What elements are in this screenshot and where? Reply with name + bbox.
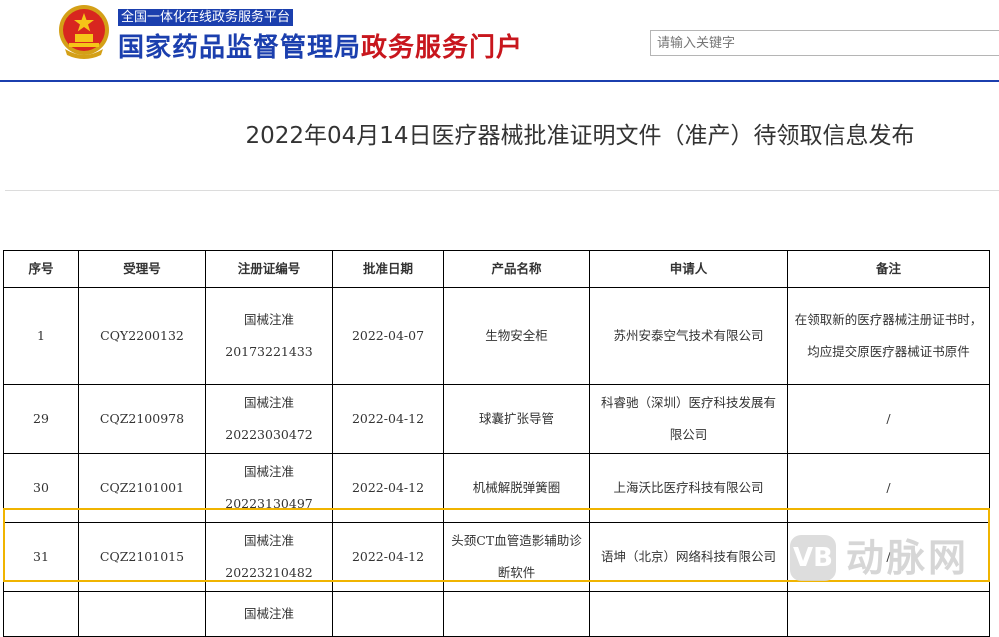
- cell-date: [332, 591, 444, 637]
- reg-prefix: 国械注准: [243, 464, 294, 479]
- cell-product: 生物安全柜: [443, 287, 590, 385]
- cell-accept-no: [78, 591, 206, 637]
- cell-remark: /: [787, 453, 990, 523]
- cell-reg-no: 国械注准: [205, 591, 333, 637]
- cell-date: 2022-04-12: [332, 384, 444, 454]
- title-divider: [5, 190, 999, 191]
- reg-number: 20223130497: [225, 496, 313, 511]
- cell-reg-no: 国械注准 20223130497: [205, 453, 333, 523]
- col-header-date: 批准日期: [332, 250, 444, 288]
- cell-reg-no: 国械注准 20223210482: [205, 522, 333, 592]
- cell-no: 29: [3, 384, 79, 454]
- col-header-product: 产品名称: [443, 250, 590, 288]
- search-input[interactable]: [650, 30, 999, 56]
- cell-reg-no: 国械注准 20173221433: [205, 287, 333, 385]
- cell-no: 30: [3, 453, 79, 523]
- col-header-applicant: 申请人: [589, 250, 788, 288]
- page-title: 2022年04月14日医疗器械批准证明文件（准产）待领取信息发布: [245, 123, 915, 149]
- table-row: 1 CQY2200132 国械注准 20173221433 2022-04-07 …: [3, 287, 990, 385]
- watermark: VB 动脉网: [790, 533, 995, 585]
- national-emblem-icon: [59, 5, 109, 59]
- cell-no: [3, 591, 79, 637]
- reg-number: 20223030472: [225, 427, 313, 442]
- table-row: 30 CQZ2101001 国械注准 20223130497 2022-04-12…: [3, 453, 990, 523]
- cell-date: 2022-04-12: [332, 522, 444, 592]
- col-header-reg-no: 注册证编号: [205, 250, 333, 288]
- cell-accept-no: CQZ2100978: [78, 384, 206, 454]
- col-header-accept-no: 受理号: [78, 250, 206, 288]
- cell-reg-no: 国械注准 20223030472: [205, 384, 333, 454]
- reg-number: 20173221433: [225, 344, 313, 359]
- reg-prefix: 国械注准: [243, 395, 294, 410]
- col-header-no: 序号: [3, 250, 79, 288]
- cell-date: 2022-04-07: [332, 287, 444, 385]
- header-divider: [0, 80, 999, 82]
- site-header: 全国一体化在线政务服务平台 国家药品监督管理局政务服务门户: [0, 0, 999, 80]
- cell-remark: /: [787, 384, 990, 454]
- cell-product: 球囊扩张导管: [443, 384, 590, 454]
- cell-accept-no: CQZ2101001: [78, 453, 206, 523]
- table-row: 29 CQZ2100978 国械注准 20223030472 2022-04-12…: [3, 384, 990, 454]
- cell-product: [443, 591, 590, 637]
- cell-accept-no: CQY2200132: [78, 287, 206, 385]
- reg-number: 20223210482: [225, 565, 313, 580]
- cell-accept-no: CQZ2101015: [78, 522, 206, 592]
- site-title-red: 政务服务门户: [361, 33, 524, 63]
- cell-no: 1: [3, 287, 79, 385]
- col-header-remark: 备注: [787, 250, 990, 288]
- cell-applicant: [589, 591, 788, 637]
- cell-date: 2022-04-12: [332, 453, 444, 523]
- cell-applicant: 语坤（北京）网络科技有限公司: [589, 522, 788, 592]
- cell-applicant: 苏州安泰空气技术有限公司: [589, 287, 788, 385]
- reg-prefix: 国械注准: [243, 533, 294, 548]
- watermark-logo-icon: VB: [790, 535, 836, 581]
- table-header-row: 序号 受理号 注册证编号 批准日期 产品名称 申请人 备注: [3, 250, 990, 288]
- table-row-partial: 国械注准: [3, 591, 990, 637]
- cell-product: 机械解脱弹簧圈: [443, 453, 590, 523]
- cell-applicant: 上海沃比医疗科技有限公司: [589, 453, 788, 523]
- cell-no: 31: [3, 522, 79, 592]
- cell-product: 头颈CT血管造影辅助诊断软件: [443, 522, 590, 592]
- reg-prefix: 国械注准: [243, 312, 294, 327]
- platform-slogan[interactable]: 全国一体化在线政务服务平台: [118, 9, 294, 26]
- site-title-blue: 国家药品监督管理局: [118, 33, 362, 63]
- cell-applicant: 科睿驰（深圳）医疗科技发展有限公司: [589, 384, 788, 454]
- watermark-text: 动脉网: [846, 536, 970, 580]
- cell-remark: 在领取新的医疗器械注册证书时，均应提交原医疗器械证书原件: [787, 287, 990, 385]
- site-title[interactable]: 国家药品监督管理局政务服务门户: [118, 27, 523, 64]
- cell-remark: [787, 591, 990, 637]
